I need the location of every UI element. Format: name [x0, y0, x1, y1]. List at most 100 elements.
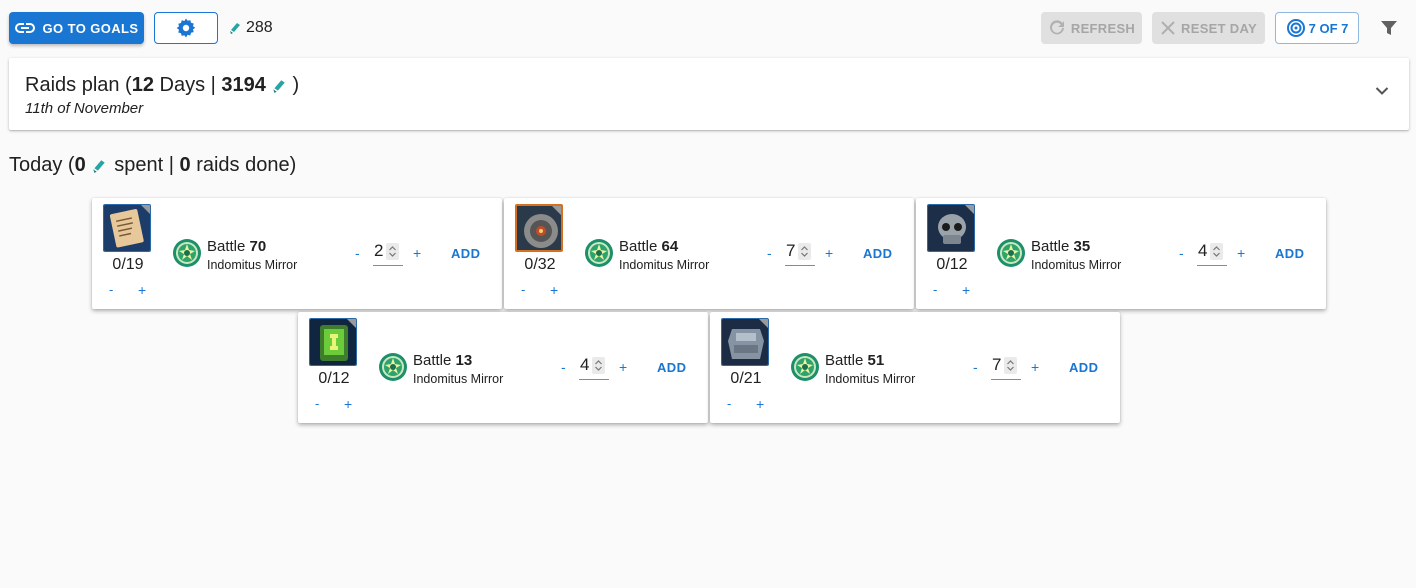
raid-card: 0/21 - + Battle 51 Indomitus Mirror - 7 …	[710, 312, 1120, 423]
raids-plan-panel[interactable]: Raids plan ( 12 Days | 3194 ) 11th of No…	[9, 58, 1409, 130]
go-to-goals-label: GO TO GOALS	[42, 20, 139, 36]
today-energy-spent: 0	[74, 154, 86, 176]
energy-icon	[230, 23, 240, 34]
item-thumbnail[interactable]	[103, 204, 151, 252]
campaign-name: Indomitus Mirror	[207, 258, 298, 272]
battle-title: Battle 51	[825, 352, 884, 369]
campaign-name: Indomitus Mirror	[413, 372, 504, 386]
raid-count-input[interactable]: 7	[785, 240, 815, 266]
item-thumbnail[interactable]	[309, 318, 357, 366]
rarity-corner	[965, 205, 974, 214]
rarity-corner	[347, 319, 356, 328]
reset-day-button[interactable]: RESET DAY	[1152, 12, 1265, 44]
refresh-label: REFRESH	[1070, 20, 1136, 36]
filter-button[interactable]	[1376, 15, 1402, 41]
spinner-arrows-icon	[1213, 246, 1220, 257]
item-increase-button[interactable]: +	[756, 396, 764, 412]
add-raid-button[interactable]: ADD	[657, 360, 686, 375]
battle-number: 64	[661, 238, 679, 255]
today-raids-word: raids done)	[190, 154, 297, 176]
item-increase-button[interactable]: +	[344, 396, 352, 412]
raid-decrease-button[interactable]: -	[1179, 245, 1184, 261]
raid-increase-button[interactable]: +	[1031, 359, 1039, 375]
battle-word: Battle	[1031, 238, 1074, 255]
filter-icon	[1381, 21, 1397, 35]
rarity-corner	[759, 319, 768, 328]
item-thumbnail[interactable]	[927, 204, 975, 252]
item-increase-button[interactable]: +	[138, 282, 146, 298]
battle-number: 51	[867, 352, 885, 369]
raid-count-value: 7	[992, 355, 1002, 374]
add-raid-button[interactable]: ADD	[1275, 246, 1304, 261]
spinner-arrows-icon	[1007, 360, 1014, 371]
toolbar: GO TO GOALS 288 REFRESH RESET DAY 7 OF 7	[0, 0, 1416, 56]
number-spinner[interactable]	[1004, 357, 1017, 374]
raid-increase-button[interactable]: +	[619, 359, 627, 375]
battle-title: Battle 13	[413, 352, 472, 369]
item-increase-button[interactable]: +	[962, 282, 970, 298]
item-decrease-button[interactable]: -	[315, 396, 319, 411]
raid-increase-button[interactable]: +	[1237, 245, 1245, 261]
go-to-goals-button[interactable]: GO TO GOALS	[9, 12, 144, 44]
raid-count-input[interactable]: 4	[1197, 240, 1227, 266]
battle-number: 35	[1073, 238, 1091, 255]
energy-icon	[93, 159, 105, 173]
raid-decrease-button[interactable]: -	[973, 359, 978, 375]
plan-days: 12	[131, 74, 154, 96]
battle-number: 70	[249, 238, 267, 255]
battle-word: Battle	[207, 238, 250, 255]
raid-card: 0/12 - + Battle 13 Indomitus Mirror - 4 …	[298, 312, 708, 423]
today-summary: Today ( 0 spent | 0 raids done)	[9, 154, 296, 177]
raid-count-input[interactable]: 2	[373, 240, 403, 266]
today-spent-word: spent |	[108, 154, 180, 176]
plan-energy-total: 3194	[221, 74, 266, 96]
raid-decrease-button[interactable]: -	[561, 359, 566, 375]
raid-increase-button[interactable]: +	[413, 245, 421, 261]
campaign-name: Indomitus Mirror	[619, 258, 710, 272]
campaign-icon	[585, 239, 613, 267]
campaign-icon	[997, 239, 1025, 267]
add-raid-button[interactable]: ADD	[863, 246, 892, 261]
settings-button[interactable]	[154, 12, 218, 44]
battle-number: 13	[455, 352, 473, 369]
campaign-icon	[173, 239, 201, 267]
item-decrease-button[interactable]: -	[933, 282, 937, 297]
number-spinner[interactable]	[798, 243, 811, 260]
raid-increase-button[interactable]: +	[825, 245, 833, 261]
chevron-down-icon[interactable]	[1375, 86, 1389, 96]
raid-card: 0/19 - + Battle 70 Indomitus Mirror - 2 …	[92, 198, 502, 309]
reset-day-label: RESET DAY	[1181, 20, 1257, 36]
number-spinner[interactable]	[386, 243, 399, 260]
item-decrease-button[interactable]: -	[109, 282, 113, 297]
item-count: 0/21	[730, 370, 762, 387]
energy-display: 288	[228, 19, 273, 37]
item-increase-button[interactable]: +	[550, 282, 558, 298]
raid-count-value: 4	[580, 355, 590, 374]
refresh-button[interactable]: REFRESH	[1041, 12, 1142, 44]
today-raids-done: 0	[179, 154, 191, 176]
campaign-name: Indomitus Mirror	[1031, 258, 1122, 272]
add-raid-button[interactable]: ADD	[1069, 360, 1098, 375]
plan-days-word: Days |	[153, 74, 222, 96]
number-spinner[interactable]	[592, 357, 605, 374]
rarity-corner	[552, 206, 561, 215]
today-prefix: Today (	[9, 154, 75, 176]
raids-count-button[interactable]: 7 OF 7	[1275, 12, 1359, 44]
item-decrease-button[interactable]: -	[521, 282, 525, 297]
gear-icon	[176, 18, 196, 38]
raid-count-input[interactable]: 7	[991, 354, 1021, 380]
raid-decrease-button[interactable]: -	[767, 245, 772, 261]
battle-title: Battle 64	[619, 238, 678, 255]
battle-word: Battle	[413, 352, 456, 369]
raid-count-value: 4	[1198, 241, 1208, 260]
raid-decrease-button[interactable]: -	[355, 245, 360, 261]
spinner-arrows-icon	[595, 360, 602, 371]
item-decrease-button[interactable]: -	[727, 396, 731, 411]
add-raid-button[interactable]: ADD	[451, 246, 480, 261]
item-thumbnail[interactable]	[515, 204, 563, 252]
raid-count-input[interactable]: 4	[579, 354, 609, 380]
number-spinner[interactable]	[1210, 243, 1223, 260]
plan-date: 11th of November	[25, 100, 144, 117]
item-count: 0/12	[936, 256, 968, 273]
item-thumbnail[interactable]	[721, 318, 769, 366]
